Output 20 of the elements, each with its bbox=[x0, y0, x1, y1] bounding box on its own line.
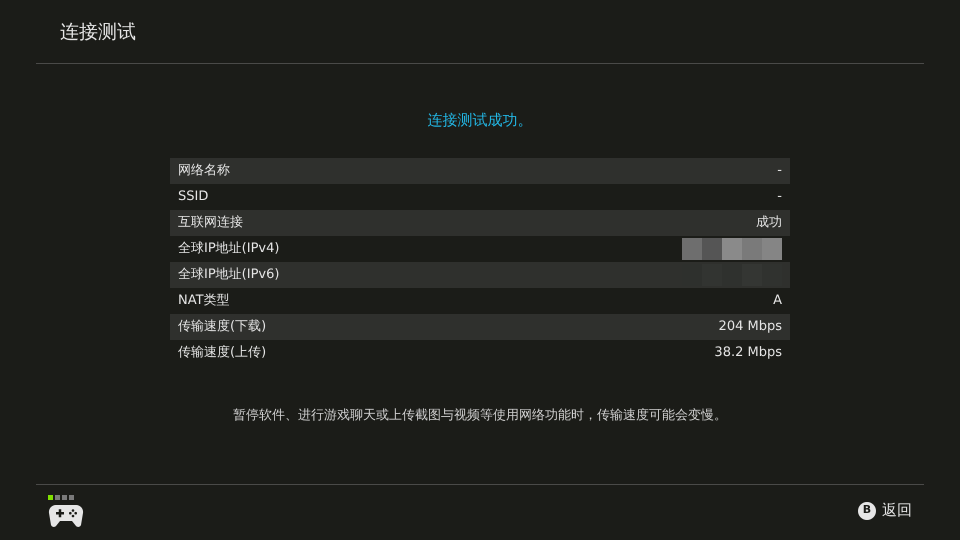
row-value: - bbox=[777, 188, 782, 206]
row-label: 传输速度(上传) bbox=[178, 344, 266, 362]
row-label: 传输速度(下载) bbox=[178, 318, 266, 336]
row-label: 全球IP地址(IPv6) bbox=[178, 266, 280, 284]
status-message: 连接测试成功。 bbox=[428, 110, 532, 131]
note-text: 暂停软件、进行游戏聊天或上传截图与视频等使用网络功能时，传输速度可能会变慢。 bbox=[233, 406, 727, 424]
row-value: 成功 bbox=[756, 214, 782, 232]
row-label: SSID bbox=[178, 188, 208, 206]
page-title: 连接测试 bbox=[60, 20, 136, 46]
gamepad-icon bbox=[48, 502, 84, 530]
row-value: A bbox=[773, 292, 782, 310]
row-label: NAT类型 bbox=[178, 292, 230, 310]
row-value: - bbox=[777, 162, 782, 180]
back-button[interactable]: B 返回 bbox=[858, 499, 912, 522]
row-label: 互联网连接 bbox=[178, 214, 243, 232]
row-value: 204 Mbps bbox=[718, 318, 782, 336]
b-key-icon: B bbox=[858, 502, 876, 520]
row-value: 38.2 Mbps bbox=[714, 344, 782, 362]
row-label: 网络名称 bbox=[178, 162, 230, 180]
row-label: 全球IP地址(IPv4) bbox=[178, 240, 280, 258]
